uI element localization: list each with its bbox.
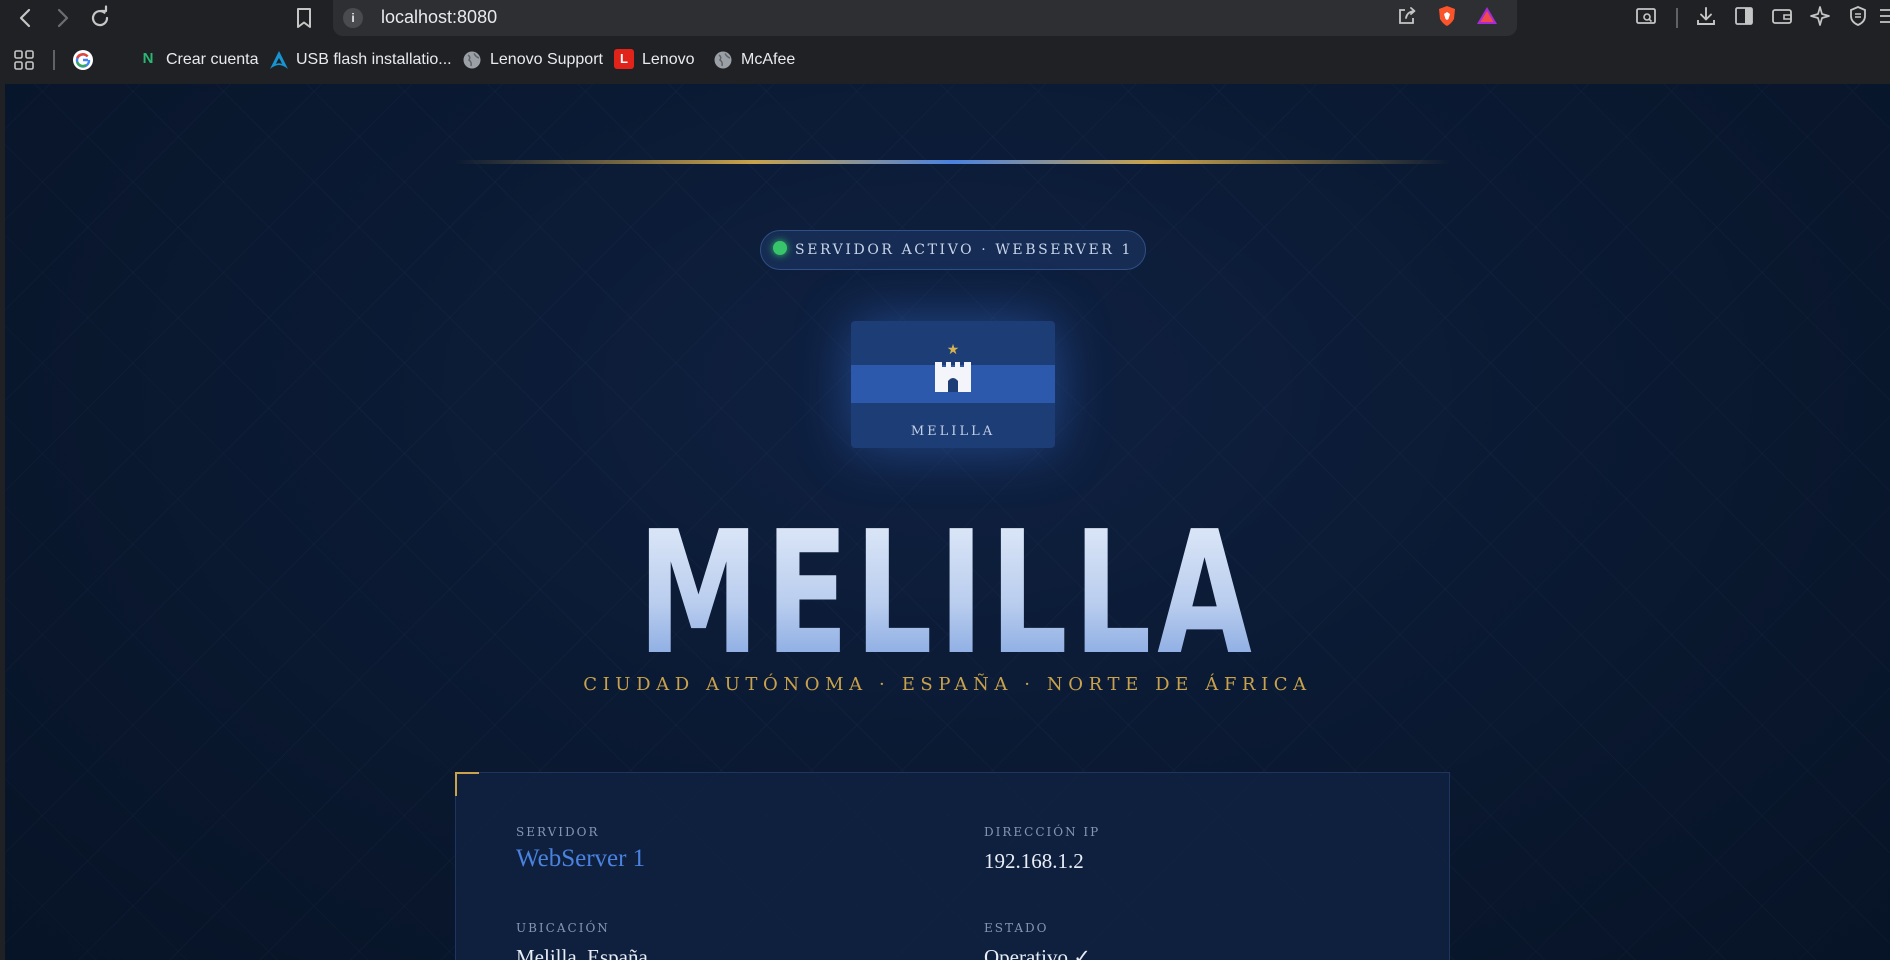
bookmark-lenovo-support[interactable]: Lenovo Support [462,45,603,75]
status-label: ESTADO [984,921,1049,935]
server-field: SERVIDOR WebServer 1 [516,825,916,873]
back-button[interactable] [12,4,40,32]
browser-toolbar: i localhost:8080 [0,0,1890,36]
leo-ai-icon[interactable] [1806,4,1834,32]
decorative-top-line [455,160,1450,164]
status-field: ESTADO Operativo ✓ [984,921,1384,960]
globe-icon [714,51,732,69]
apps-button[interactable] [12,45,36,75]
server-label: SERVIDOR [516,825,600,839]
server-info-card: SERVIDOR WebServer 1 DIRECCIÓN IP 192.16… [455,772,1450,960]
bookmark-label: Lenovo [642,51,695,68]
toolbar-divider [1676,8,1678,28]
forward-icon [57,8,69,28]
castle-icon [935,362,971,392]
brave-shield-icon[interactable] [1433,4,1461,32]
lenovo-logo-icon: L [614,48,634,69]
forward-button[interactable] [48,4,76,32]
status-value: Operativo ✓ [984,945,1091,960]
status-dot-icon [773,241,788,255]
ip-value: 192.168.1.2 [984,849,1084,873]
bookmark-google[interactable] [72,45,94,75]
ip-label: DIRECCIÓN IP [984,825,1101,839]
bookmark-icon [297,8,311,28]
location-label: UBICACIÓN [516,921,610,935]
bookmark-label: Crear cuenta [166,51,259,68]
globe-icon [463,51,481,69]
bookmark-mcafee[interactable]: McAfee [713,45,795,75]
page-title: MELILLA [269,494,1626,694]
reload-icon [91,5,109,27]
wallet-icon[interactable] [1768,4,1796,32]
bookmarks-divider [53,50,55,70]
bookmark-usb-flash[interactable]: USB flash installatio... [268,45,452,75]
ip-field: DIRECCIÓN IP 192.168.1.2 [984,825,1384,874]
site-info-icon[interactable]: i [343,8,363,28]
location-value: Melilla, España [516,945,648,960]
n-logo-icon: N [142,49,154,67]
arch-linux-icon [270,50,288,69]
bookmark-label: McAfee [741,51,796,68]
server-status-badge: SERVIDOR ACTIVO · WEBSERVER 1 [760,230,1146,270]
status-text: SERVIDOR ACTIVO · WEBSERVER 1 [795,242,1133,258]
apps-grid-icon [14,49,34,70]
star-icon: ★ [946,341,960,357]
bookmark-label: USB flash installatio... [296,51,452,68]
bookmark-page-button[interactable] [290,4,318,32]
brave-rewards-icon[interactable] [1473,4,1501,32]
google-icon [73,49,93,70]
bookmark-label: Lenovo Support [490,51,603,68]
location-field: UBICACIÓN Melilla, España [516,921,916,960]
sidebar-icon[interactable] [1730,4,1758,32]
melilla-flag-emblem: ★ MELILLA [851,321,1055,448]
share-icon[interactable] [1393,4,1421,32]
bookmark-crear-cuenta[interactable]: N Crear cuenta [138,45,259,75]
page-subtitle: CIUDAD AUTÓNOMA · ESPAÑA · NORTE DE ÁFRI… [583,674,1312,695]
reader-mode-icon[interactable] [1632,4,1660,32]
emblem-label: MELILLA [910,424,996,439]
vpn-shield-icon[interactable] [1844,4,1872,32]
back-icon [19,8,31,28]
bookmarks-bar: N Crear cuenta USB flash installatio... L… [0,36,1890,84]
reload-button[interactable] [86,4,114,32]
bookmark-lenovo[interactable]: L Lenovo [614,45,695,75]
card-corner-accent [455,772,479,796]
download-icon[interactable] [1692,4,1720,32]
page-viewport: SERVIDOR ACTIVO · WEBSERVER 1 ★ MELILLA … [5,84,1890,960]
address-url[interactable]: localhost:8080 [381,0,497,36]
menu-icon[interactable] [1874,4,1890,32]
server-value: WebServer 1 [516,845,646,872]
address-bar[interactable]: i localhost:8080 [333,0,1517,36]
